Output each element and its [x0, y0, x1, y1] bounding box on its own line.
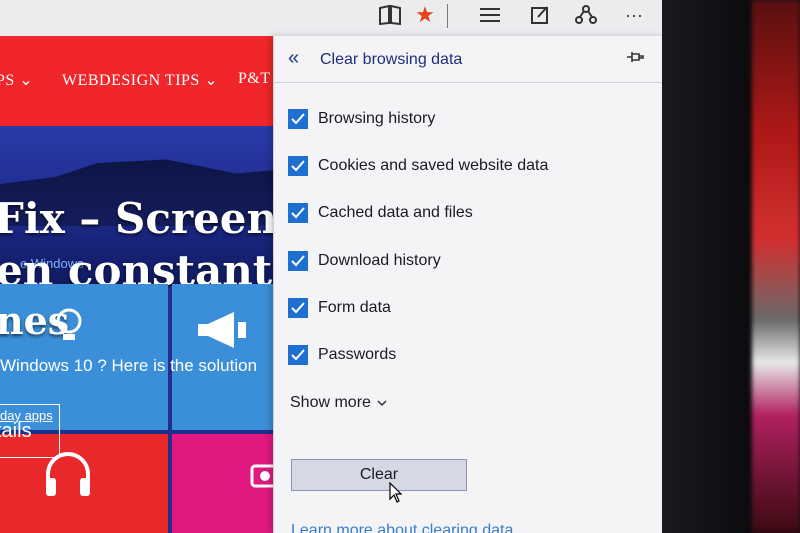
option-label: Form data [318, 299, 391, 316]
panel-title: Clear browsing data [320, 51, 463, 68]
option-browsing-history[interactable]: Browsing history [288, 105, 435, 133]
back-chevrons-icon[interactable]: « [288, 47, 299, 70]
option-label: Browsing history [318, 110, 436, 127]
show-more-toggle[interactable]: Show more [290, 394, 387, 412]
option-cached-data[interactable]: Cached data and files [288, 199, 473, 227]
share-icon[interactable] [572, 2, 600, 28]
checkbox-checked-icon[interactable] [288, 251, 308, 271]
mouse-cursor-icon [389, 482, 403, 503]
article-teaser[interactable]: Windows 10 ? Here is the solution [0, 356, 257, 376]
monitor-bezel [662, 0, 752, 533]
browser-window: ★ ··· PS ⌄ WEBDESIGN TIPS ⌄ P&T Fix – Sc… [0, 0, 662, 533]
nav-item-webdesign-tips[interactable]: WEBDESIGN TIPS ⌄ [62, 70, 218, 90]
option-label: Passwords [318, 346, 397, 363]
webpage-content: PS ⌄ WEBDESIGN TIPS ⌄ P&T Fix – Screen e… [0, 36, 278, 533]
option-label: Cookies and saved website data [318, 157, 549, 174]
option-label: Cached data and files [318, 204, 473, 221]
details-label[interactable]: tails [0, 420, 32, 443]
favorite-star-icon[interactable]: ★ [411, 2, 439, 28]
option-cookies[interactable]: Cookies and saved website data [288, 152, 548, 180]
clear-button[interactable]: Clear [291, 459, 467, 491]
pin-icon[interactable] [626, 50, 644, 64]
more-icon[interactable]: ··· [620, 2, 648, 28]
tile-pink[interactable] [172, 434, 278, 533]
background-blur [752, 0, 800, 533]
nav-item-pt[interactable]: P&T [238, 70, 271, 88]
lightbulb-icon [56, 308, 82, 340]
learn-more-link[interactable]: Learn more about clearing data [291, 522, 513, 533]
option-form-data[interactable]: Form data [288, 294, 391, 322]
option-passwords[interactable]: Passwords [288, 341, 396, 369]
nav-item-ps[interactable]: PS ⌄ [0, 70, 33, 90]
browser-toolbar: ★ ··· [0, 0, 662, 36]
checkbox-checked-icon[interactable] [288, 345, 308, 365]
megaphone-icon [198, 312, 246, 348]
checkbox-checked-icon[interactable] [288, 109, 308, 129]
hero-title-line1: Fix – Screen [0, 194, 278, 243]
checkbox-checked-icon[interactable] [288, 156, 308, 176]
checkbox-checked-icon[interactable] [288, 203, 308, 223]
panel-header: « Clear browsing data [274, 36, 662, 83]
clear-browsing-data-panel: « Clear browsing data Browsing history C… [273, 36, 662, 533]
option-download-history[interactable]: Download history [288, 247, 441, 275]
option-label: Download history [318, 252, 441, 269]
web-note-icon[interactable] [526, 2, 554, 28]
chevron-down-icon [377, 400, 387, 406]
show-more-label: Show more [290, 394, 371, 411]
toolbar-divider [447, 4, 448, 28]
site-nav-bar: PS ⌄ WEBDESIGN TIPS ⌄ P&T [0, 36, 278, 126]
reading-view-icon[interactable] [376, 2, 404, 28]
hub-icon[interactable] [476, 2, 504, 28]
checkbox-checked-icon[interactable] [288, 298, 308, 318]
